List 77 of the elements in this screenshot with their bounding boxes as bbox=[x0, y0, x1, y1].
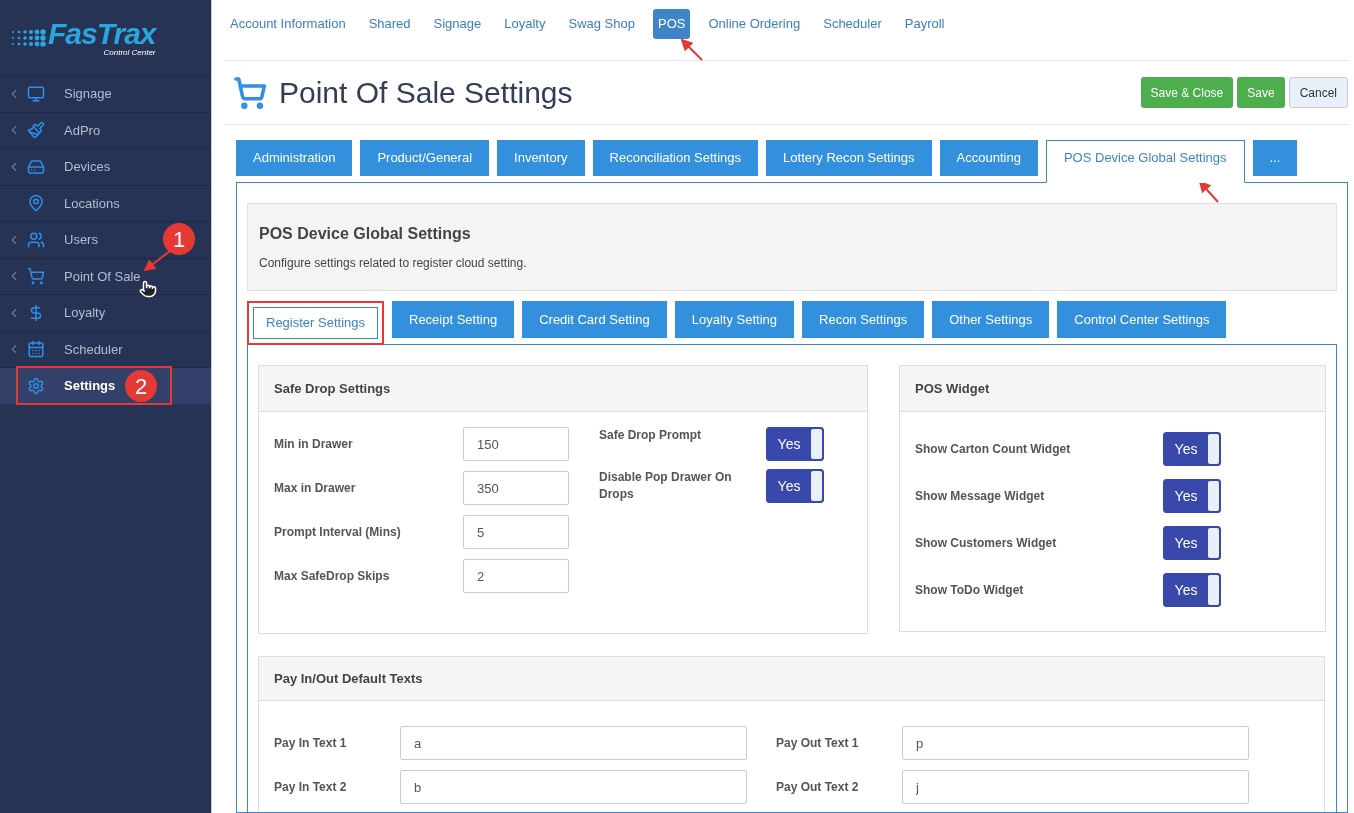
settings-subtab[interactable]: Recon Settings bbox=[802, 301, 925, 338]
nav-tab[interactable]: Swag Shop bbox=[563, 9, 640, 39]
card-title: POS Widget bbox=[900, 366, 1325, 412]
field-label: Pay Out Text 2 bbox=[776, 779, 860, 796]
input-field[interactable]: b bbox=[400, 770, 747, 804]
settings-subtab[interactable]: Register Settings bbox=[247, 301, 384, 345]
section-description: Configure settings related to register cloud setting. bbox=[259, 255, 528, 272]
cart-icon bbox=[27, 267, 45, 286]
toggle-label: Show ToDo Widget bbox=[915, 582, 1025, 599]
settings-subtab[interactable]: Loyalty Setting bbox=[674, 301, 794, 338]
input-field[interactable]: p bbox=[902, 726, 1249, 760]
card-title: Safe Drop Settings bbox=[259, 366, 867, 412]
section-title: POS Device Global Settings bbox=[259, 224, 471, 244]
settings-tab[interactable]: Reconciliation Settings bbox=[592, 140, 759, 176]
field-label: Min in Drawer bbox=[274, 436, 354, 453]
cancel-button[interactable]: Cancel bbox=[1288, 77, 1348, 108]
toggle-switch[interactable]: Yes bbox=[1163, 573, 1221, 607]
settings-icon bbox=[27, 376, 45, 395]
field-label: Max SafeDrop Skips bbox=[274, 568, 391, 585]
toggle-label: Show Customers Widget bbox=[915, 535, 1058, 552]
page-title: Point Of Sale Settings bbox=[279, 75, 573, 111]
save-button[interactable]: Save & Close bbox=[1140, 77, 1234, 108]
monitor-icon bbox=[27, 84, 45, 103]
settings-subtab[interactable]: Credit Card Setting bbox=[522, 301, 667, 338]
hand-cursor-icon bbox=[139, 280, 157, 298]
input-field[interactable]: 350 bbox=[463, 471, 569, 505]
settings-tab[interactable]: Administration bbox=[236, 140, 353, 176]
nav-tab[interactable]: Payroll bbox=[899, 9, 950, 39]
toggle-switch[interactable]: Yes bbox=[766, 469, 824, 503]
settings-tab[interactable]: Accounting bbox=[939, 140, 1038, 176]
settings-subtab[interactable]: Control Center Settings bbox=[1057, 301, 1227, 338]
settings-subtab[interactable]: Other Settings bbox=[932, 301, 1050, 338]
nav-tab[interactable]: Loyalty bbox=[499, 9, 551, 39]
settings-tab[interactable]: Inventory bbox=[497, 140, 585, 176]
sidebar-item[interactable]: Devices bbox=[0, 148, 211, 185]
brush-icon bbox=[27, 121, 45, 140]
toggle-label: Safe Drop Prompt bbox=[599, 427, 702, 444]
toggle-switch[interactable]: Yes bbox=[766, 427, 824, 461]
settings-tab[interactable]: ... bbox=[1252, 140, 1298, 176]
input-field[interactable]: a bbox=[400, 726, 747, 760]
toggle-switch[interactable]: Yes bbox=[1163, 526, 1221, 560]
card-title: Pay In/Out Default Texts bbox=[259, 657, 1324, 701]
logo-dots-icon bbox=[10, 27, 46, 48]
field-label: Max in Drawer bbox=[274, 480, 357, 497]
toggle-switch[interactable]: Yes bbox=[1163, 432, 1221, 466]
nav-tab[interactable]: Account Information bbox=[225, 9, 351, 39]
input-field[interactable]: 2 bbox=[463, 559, 569, 593]
users-icon bbox=[27, 230, 45, 249]
field-label: Pay In Text 2 bbox=[274, 779, 348, 796]
toggle-label: Disable Pop Drawer On Drops bbox=[599, 469, 733, 503]
map-pin-icon bbox=[27, 194, 45, 213]
nav-tab[interactable]: Scheduler bbox=[818, 9, 887, 39]
drive-icon bbox=[27, 157, 45, 176]
settings-tab[interactable]: Lottery Recon Settings bbox=[766, 140, 932, 176]
calendar-icon bbox=[27, 340, 45, 359]
nav-tab[interactable]: POS bbox=[652, 9, 691, 39]
settings-tab[interactable]: Product/General bbox=[360, 140, 490, 176]
nav-tab[interactable]: Online Ordering bbox=[703, 9, 806, 39]
nav-tab[interactable]: Signage bbox=[428, 9, 487, 39]
settings-tab[interactable]: POS Device Global Settings bbox=[1045, 140, 1245, 183]
save-button[interactable]: Save bbox=[1237, 77, 1285, 108]
logo-tagline: Control Center bbox=[103, 48, 156, 57]
logo-wordmark: FasTrax bbox=[48, 18, 156, 49]
field-label: Pay In Text 1 bbox=[274, 735, 348, 752]
toggle-switch[interactable]: Yes bbox=[1163, 479, 1221, 513]
sidebar-item[interactable]: Signage bbox=[0, 75, 211, 112]
input-field[interactable]: 5 bbox=[463, 515, 569, 549]
sidebar-item[interactable]: AdPro bbox=[0, 111, 211, 148]
field-label: Prompt Interval (Mins) bbox=[274, 524, 402, 541]
input-field[interactable]: j bbox=[902, 770, 1249, 804]
sidebar-item[interactable]: Locations bbox=[0, 184, 211, 221]
toggle-label: Show Carton Count Widget bbox=[915, 441, 1072, 458]
toggle-label: Show Message Widget bbox=[915, 488, 1046, 505]
nav-tab[interactable]: Shared bbox=[363, 9, 416, 39]
settings-subtab[interactable]: Receipt Setting bbox=[392, 301, 515, 338]
input-field[interactable]: 150 bbox=[463, 427, 569, 461]
field-label: Pay Out Text 1 bbox=[776, 735, 860, 752]
